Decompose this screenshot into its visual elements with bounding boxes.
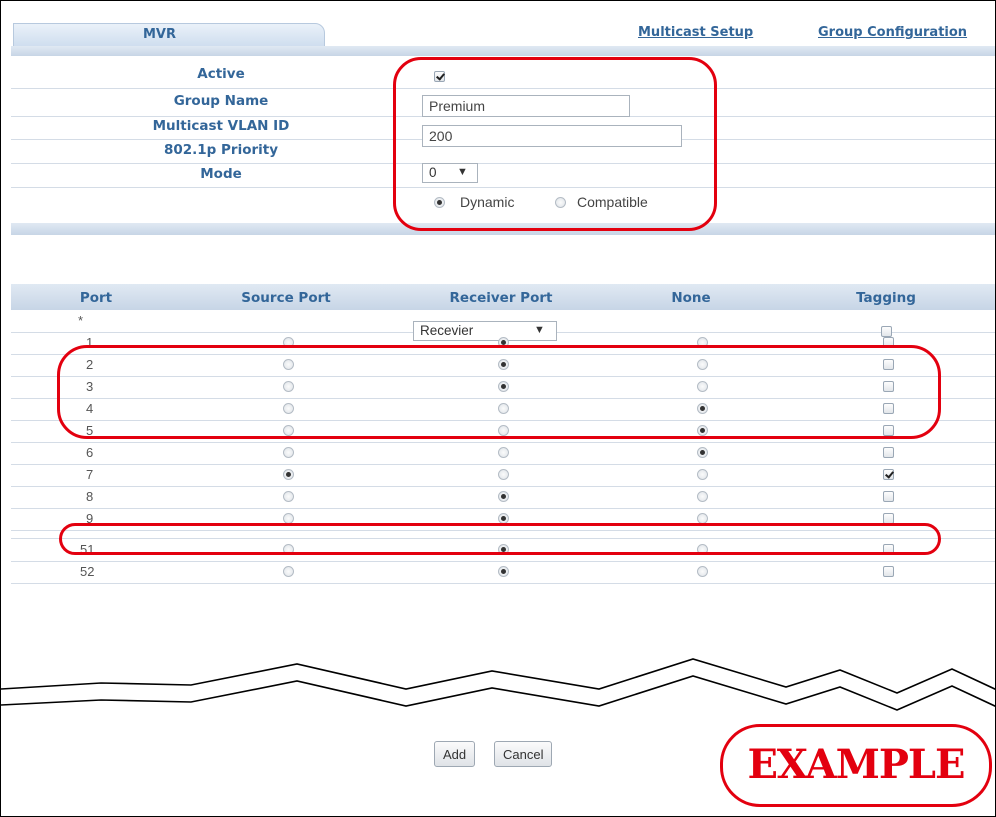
group-configuration-link[interactable]: Group Configuration (818, 25, 967, 40)
col-port: Port (79, 290, 113, 306)
wildcard-port: * (78, 313, 84, 328)
col-tagging: Tagging (856, 290, 916, 306)
tagging-checkbox[interactable] (883, 447, 894, 458)
source-port-radio[interactable] (283, 491, 294, 502)
cancel-button[interactable]: Cancel (494, 741, 553, 767)
table-row: 8 (11, 486, 995, 509)
receiver-port-radio[interactable] (498, 447, 509, 458)
col-none: None (671, 290, 711, 306)
example-stamp-text: EXAMPLE (747, 741, 965, 788)
callout-row-7-highlight (59, 523, 941, 555)
multicast-setup-link[interactable]: Multicast Setup (638, 25, 753, 40)
add-button[interactable]: Add (434, 741, 476, 767)
priority-label: 802.1p Priority (163, 142, 279, 158)
port-number: 7 (86, 467, 94, 482)
none-radio[interactable] (697, 469, 708, 480)
receiver-port-radio[interactable] (498, 469, 509, 480)
tagging-checkbox[interactable] (883, 491, 894, 502)
receiver-port-radio[interactable] (498, 491, 509, 502)
port-number: 6 (86, 445, 94, 460)
none-radio[interactable] (697, 447, 708, 458)
tab-mvr[interactable]: MVR (13, 23, 325, 47)
col-source-port: Source Port (241, 290, 331, 306)
mode-label: Mode (200, 166, 242, 182)
callout-rows-1-3-highlight (57, 345, 941, 439)
page-break-zigzag (1, 658, 995, 726)
col-receiver-port: Receiver Port (449, 290, 553, 306)
header-bar (11, 46, 995, 56)
example-stamp: EXAMPLE (720, 724, 992, 807)
none-radio[interactable] (697, 491, 708, 502)
tab-mvr-label: MVR (143, 27, 177, 42)
table-row: 6 (11, 442, 995, 465)
tagging-checkbox[interactable] (883, 469, 894, 480)
port-number: 8 (86, 489, 94, 504)
source-port-radio[interactable] (283, 447, 294, 458)
active-label: Active (197, 66, 245, 82)
vlan-id-label: Multicast VLAN ID (152, 118, 290, 134)
callout-form-highlight (393, 57, 717, 231)
mvr-screen: MVR Multicast Setup Group Configuration … (0, 0, 996, 817)
table-row: 7 (11, 464, 995, 487)
source-port-radio[interactable] (283, 469, 294, 480)
group-name-label: Group Name (173, 93, 269, 109)
